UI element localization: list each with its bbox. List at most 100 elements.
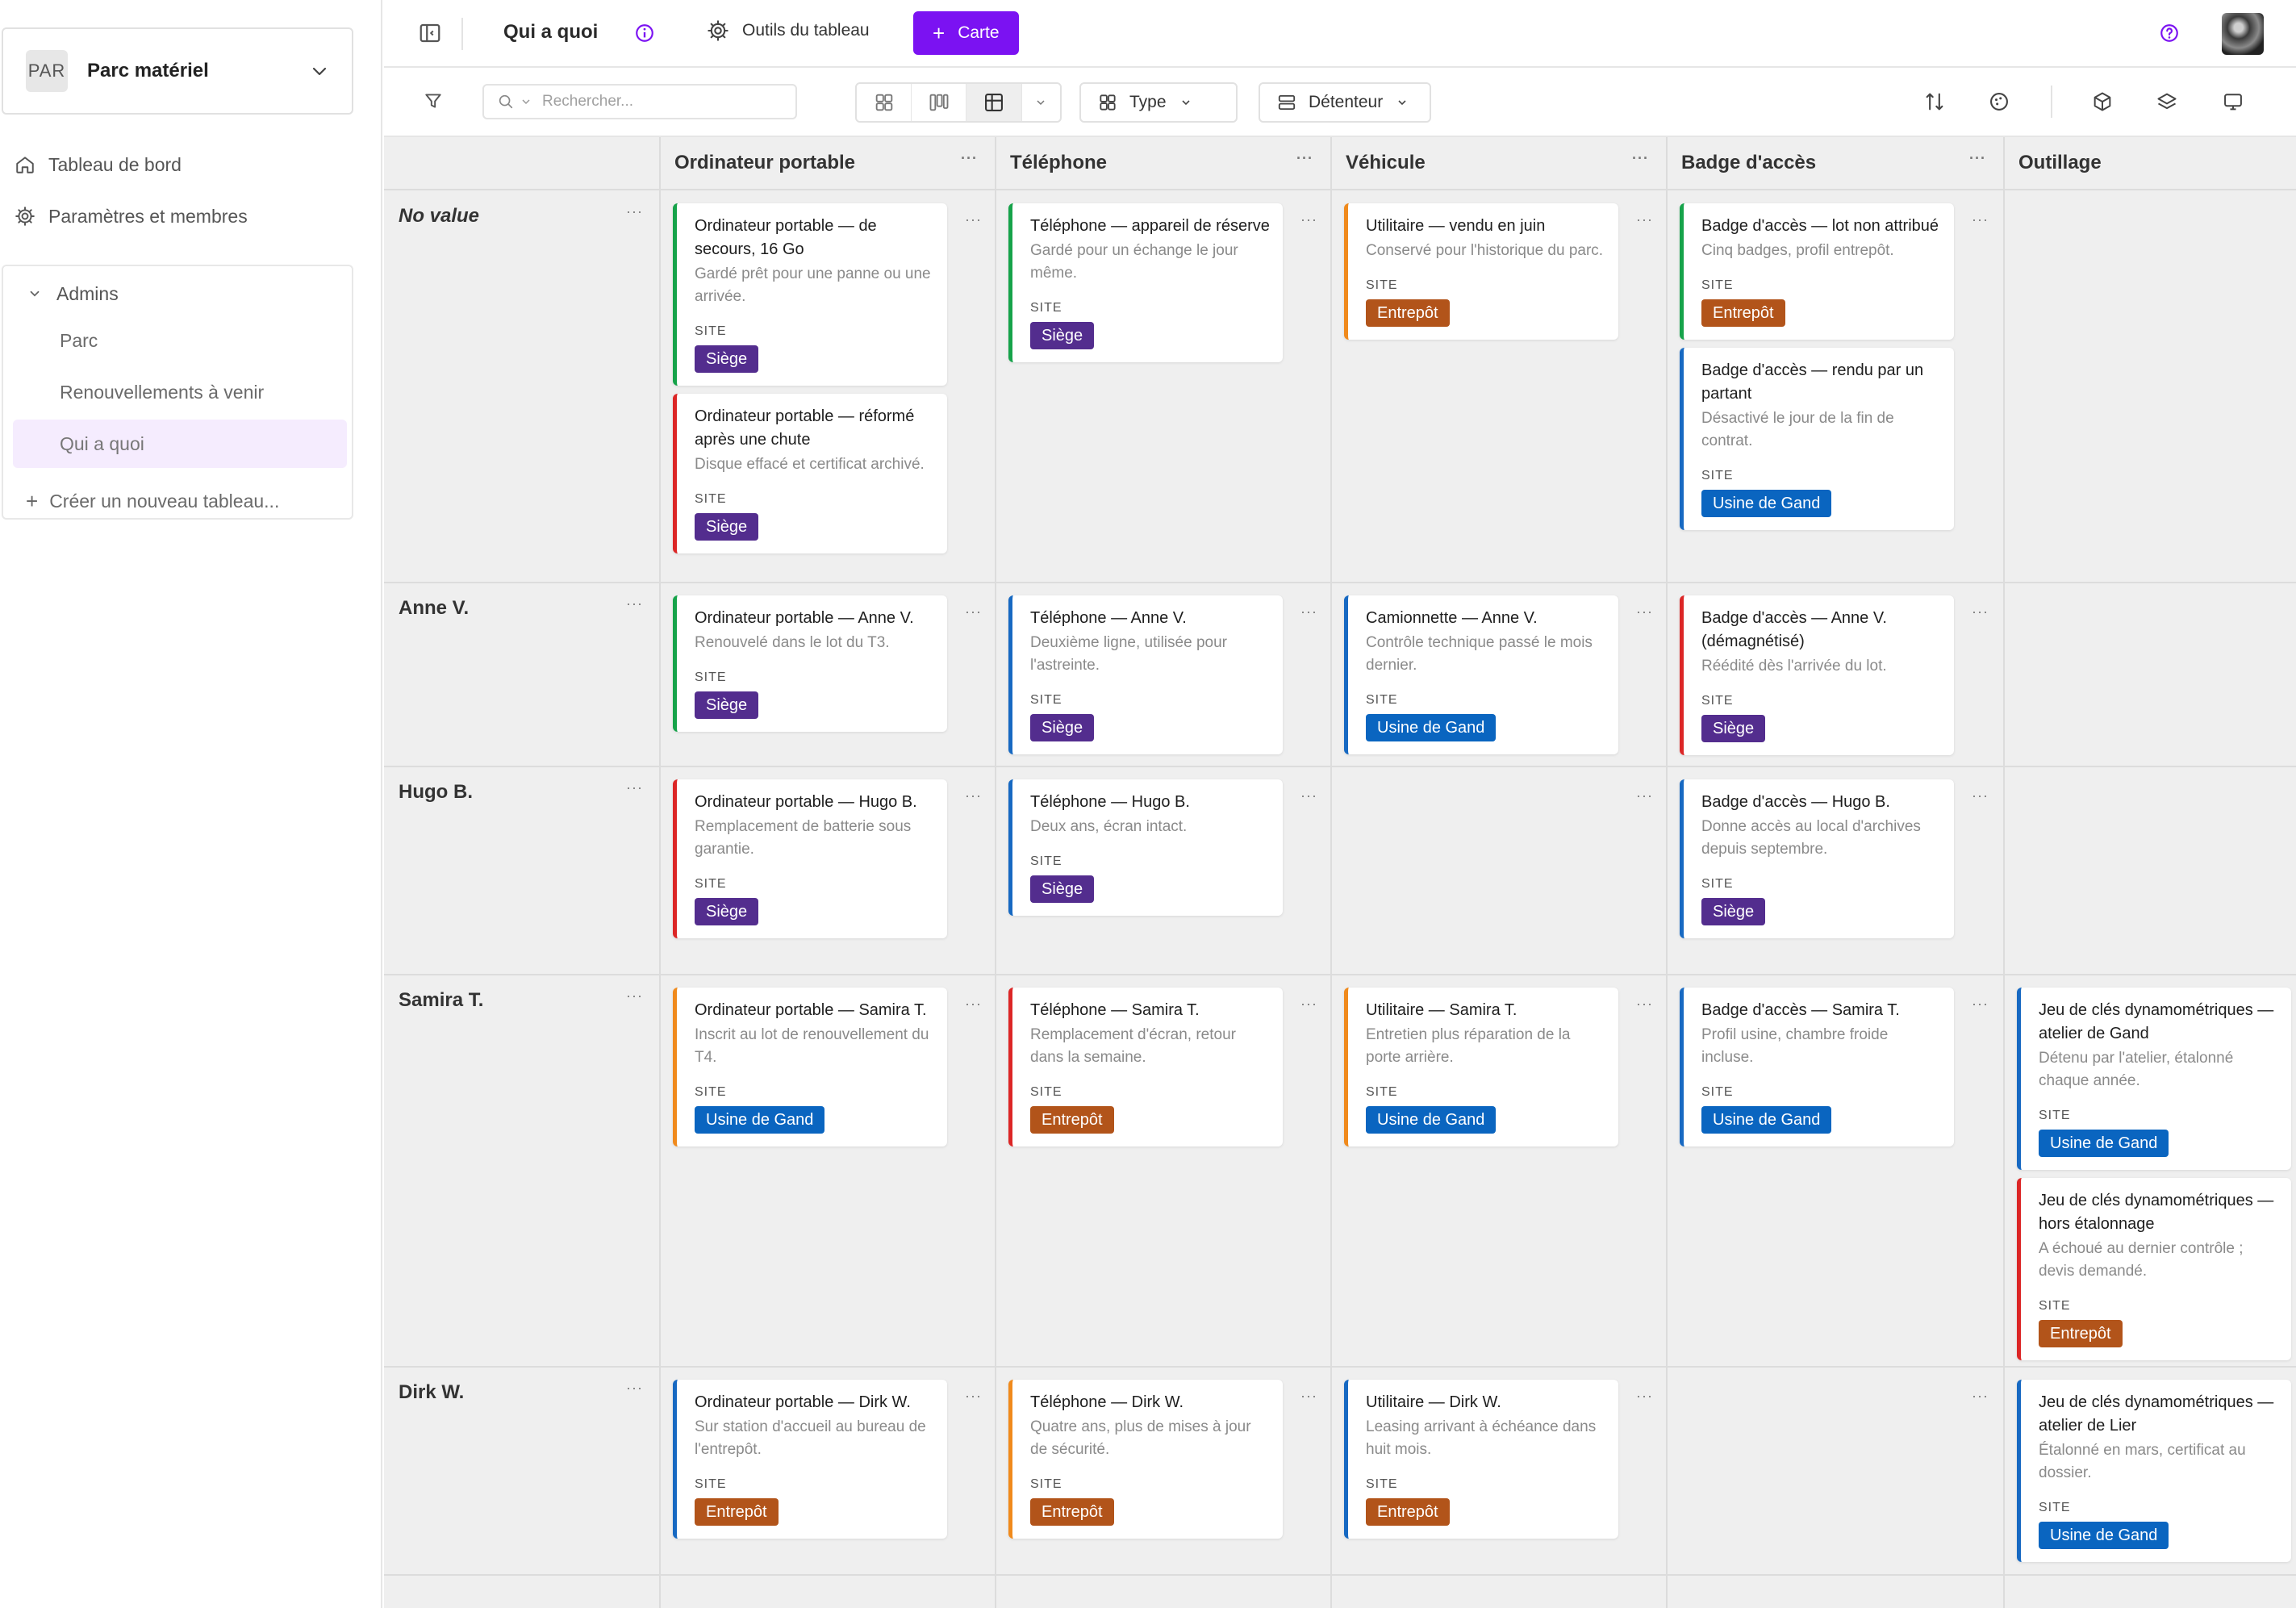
card[interactable]: Téléphone — Dirk W. Quatre ans, plus de m… — [1008, 1380, 1283, 1539]
cell-more-icon[interactable]: ··· — [965, 787, 982, 804]
group-by-select[interactable]: Type — [1079, 82, 1238, 123]
cell-more-icon[interactable]: ··· — [1636, 1388, 1653, 1405]
site-badge: Entrepôt — [1366, 1498, 1450, 1526]
card[interactable]: Camionnette — Anne V. Contrôle technique … — [1344, 595, 1618, 754]
cell-more-icon[interactable]: ··· — [1636, 211, 1653, 228]
card[interactable]: Utilitaire — Dirk W. Leasing arrivant à é… — [1344, 1380, 1618, 1539]
card[interactable]: Badge d'accès — Anne V. (démagnétisé) Réé… — [1680, 595, 1954, 755]
more-icon[interactable]: ··· — [1296, 150, 1313, 167]
column-divider — [1666, 137, 1668, 1608]
more-icon[interactable]: ··· — [1969, 150, 1986, 167]
nav-dashboard[interactable]: Tableau de bord — [15, 148, 182, 181]
card[interactable]: Téléphone — Samira T. Remplacement d'écra… — [1008, 988, 1283, 1146]
row-more-icon[interactable]: ··· — [626, 203, 643, 220]
cell-more-icon[interactable]: ··· — [1972, 996, 1989, 1013]
cell-more-icon[interactable]: ··· — [1972, 211, 1989, 228]
card[interactable]: Ordinateur portable — de secours, 16 Go G… — [673, 203, 947, 386]
cell-more-icon[interactable]: ··· — [965, 604, 982, 620]
view-more-button[interactable] — [1022, 84, 1060, 121]
sort-button[interactable] — [1923, 90, 1946, 113]
sidebar-item-qui-a-quoi[interactable]: Qui a quoi — [13, 420, 347, 468]
row-more-icon[interactable]: ··· — [626, 595, 643, 612]
cell-more-icon[interactable]: ··· — [965, 211, 982, 228]
chevron-down-icon[interactable] — [520, 95, 532, 108]
group-toggle-admins[interactable]: Admins — [27, 278, 119, 310]
more-icon[interactable]: ··· — [961, 150, 978, 167]
cell-more-icon[interactable]: ··· — [1300, 787, 1317, 804]
column-header[interactable]: Téléphone ··· — [996, 137, 1331, 190]
workspace-switcher[interactable]: PAR Parc matériel — [2, 27, 353, 115]
board-info-button[interactable] — [634, 23, 655, 44]
card[interactable]: Ordinateur portable — Hugo B. Remplacemen… — [673, 779, 947, 938]
column-header[interactable]: Outillage — [2004, 137, 2296, 190]
view-grid-button[interactable] — [966, 84, 1022, 121]
help-icon — [2160, 24, 2178, 42]
create-board-button[interactable]: + Créer un nouveau tableau... — [26, 489, 279, 514]
column-title: Ordinateur portable — [674, 152, 856, 173]
card[interactable]: Jeu de clés dynamométriques — atelier de… — [2017, 1380, 2291, 1562]
layers-button[interactable] — [2156, 90, 2178, 113]
view-gallery-button[interactable] — [857, 84, 912, 121]
help-button[interactable] — [2159, 23, 2180, 44]
cell-more-icon[interactable]: ··· — [1636, 996, 1653, 1013]
cell-more-icon[interactable]: ··· — [965, 996, 982, 1013]
filter-button[interactable] — [423, 90, 444, 111]
card[interactable]: Téléphone — Anne V. Deuxième ligne, utili… — [1008, 595, 1283, 754]
sidebar-item-parc[interactable]: Parc — [13, 316, 347, 365]
view-kanban-button[interactable] — [912, 84, 967, 121]
add-card-button[interactable]: + Carte — [913, 11, 1019, 55]
add-card-label: Carte — [958, 23, 1000, 42]
cell-more-icon[interactable]: ··· — [1972, 604, 1989, 620]
column-header[interactable]: Ordinateur portable ··· — [660, 137, 996, 190]
site-badge: Siège — [1701, 898, 1766, 925]
card[interactable]: Badge d'accès — rendu par un partant Désa… — [1680, 348, 1954, 530]
row-more-icon[interactable]: ··· — [626, 1380, 643, 1397]
card-title: Ordinateur portable — réformé après une … — [695, 407, 915, 449]
site-badge: Siège — [1030, 322, 1095, 349]
card[interactable]: Badge d'accès — Hugo B. Donne accès au lo… — [1680, 779, 1954, 938]
card[interactable]: Utilitaire — Samira T. Entretien plus rép… — [1344, 988, 1618, 1146]
card[interactable]: Téléphone — Hugo B. Deux ans, écran intac… — [1008, 779, 1283, 916]
sub-group-by-select[interactable]: Détenteur — [1259, 82, 1431, 123]
card[interactable]: Badge d'accès — Samira T. Profil usine, c… — [1680, 988, 1954, 1146]
card[interactable]: Badge d'accès — lot non attribué Cinq bad… — [1680, 203, 1954, 340]
user-avatar[interactable] — [2222, 13, 2264, 55]
column-header[interactable]: Badge d'accès ··· — [1667, 137, 2004, 190]
card[interactable]: Ordinateur portable — Dirk W. Sur station… — [673, 1380, 947, 1539]
card-field-label: SITE — [2039, 1109, 2071, 1122]
cell-more-icon[interactable]: ··· — [1972, 787, 1989, 804]
more-icon[interactable]: ··· — [1632, 150, 1649, 167]
row-more-icon[interactable]: ··· — [626, 988, 643, 1004]
cell-more-icon[interactable]: ··· — [1972, 1388, 1989, 1405]
chevron-down-icon — [30, 290, 40, 297]
site-badge: Usine de Gand — [2039, 1522, 2169, 1549]
present-button[interactable] — [2222, 90, 2244, 113]
cell-more-icon[interactable]: ··· — [1300, 604, 1317, 620]
card[interactable]: Jeu de clés dynamométriques — hors étalo… — [2017, 1178, 2291, 1360]
row-more-icon[interactable]: ··· — [626, 779, 643, 796]
toggle-sidebar-button[interactable] — [418, 21, 442, 45]
card[interactable]: Ordinateur portable — Samira T. Inscrit a… — [673, 988, 947, 1146]
nav-settings-members[interactable]: Paramètres et membres — [15, 200, 248, 232]
site-badge: Siège — [695, 898, 759, 925]
cell-more-icon[interactable]: ··· — [1300, 996, 1317, 1013]
sidebar-item-renouvellements[interactable]: Renouvellements à venir — [13, 368, 347, 416]
column-header[interactable]: Véhicule ··· — [1331, 137, 1667, 190]
card[interactable]: Ordinateur portable — réformé après une … — [673, 394, 947, 553]
card[interactable]: Téléphone — appareil de réserve Gardé pou… — [1008, 203, 1283, 362]
cell-more-icon[interactable]: ··· — [1636, 787, 1653, 804]
cell-more-icon[interactable]: ··· — [965, 1388, 982, 1405]
export-button[interactable] — [2091, 90, 2114, 113]
cell-more-icon[interactable]: ··· — [1636, 604, 1653, 620]
color-rules-button[interactable] — [1988, 90, 2010, 113]
cell-more-icon[interactable]: ··· — [1300, 211, 1317, 228]
card[interactable]: Ordinateur portable — Anne V. Renouvelé d… — [673, 595, 947, 732]
card-title: Ordinateur portable — Anne V. — [695, 609, 914, 627]
card[interactable]: Jeu de clés dynamométriques — atelier de… — [2017, 988, 2291, 1170]
search-input[interactable] — [541, 92, 745, 111]
card[interactable]: Utilitaire — vendu en juin Conservé pour … — [1344, 203, 1618, 340]
cell-more-icon[interactable]: ··· — [1300, 1388, 1317, 1405]
nav-dashboard-label: Tableau de bord — [48, 153, 182, 175]
board-tools-button[interactable]: Outils du tableau — [707, 19, 870, 42]
search-box[interactable] — [482, 84, 797, 119]
